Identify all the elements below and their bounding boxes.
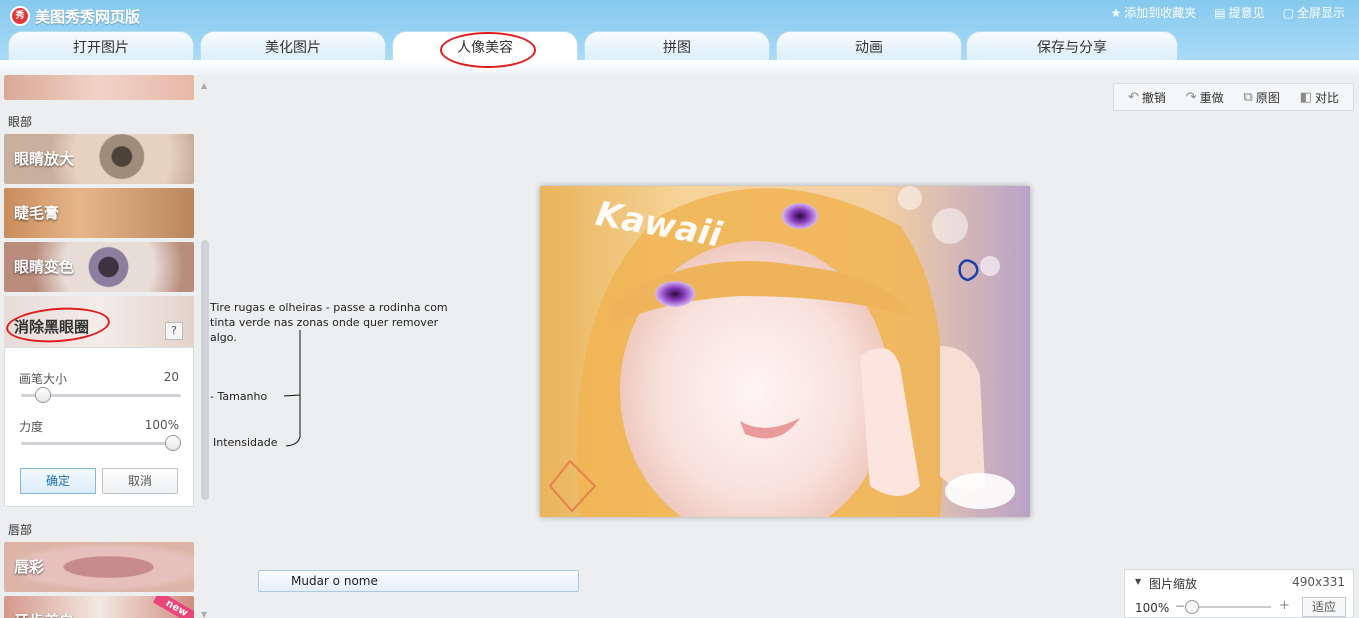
tab-save-share[interactable]: 保存与分享	[966, 31, 1178, 61]
fullscreen-link[interactable]: ▢ 全屏显示	[1283, 4, 1345, 21]
star-icon: ★	[1110, 5, 1122, 20]
mascara-item[interactable]: 睫毛膏	[4, 188, 194, 238]
fullscreen-label: 全屏显示	[1296, 6, 1345, 20]
compare-button[interactable]: ◧ 对比	[1300, 89, 1339, 106]
strength-slider[interactable]	[21, 435, 181, 451]
rename-button[interactable]: Mudar o nome	[258, 570, 579, 592]
app-logo-icon: 秀	[10, 6, 30, 26]
tab-strip	[0, 60, 1359, 75]
add-favorite-label: 添加到收藏夹	[1124, 6, 1197, 20]
undo-icon: ↶	[1127, 89, 1139, 105]
thumb-previous[interactable]	[4, 75, 194, 100]
scroll-down-arrow[interactable]: ▼	[201, 610, 207, 618]
zoom-title: 图片缩放	[1149, 577, 1198, 591]
brush-size-label: 画笔大小	[19, 372, 68, 386]
undo-label: 撤销	[1141, 90, 1166, 105]
left-panel: 眼部 眼睛放大 睫毛膏 眼睛变色 消除黑眼圈 ? 画笔大小 20 力度 100%…	[0, 75, 212, 618]
zoom-slider[interactable]	[1187, 606, 1271, 608]
tab-collage[interactable]: 拼图	[584, 31, 770, 61]
brush-size-handle[interactable]	[35, 387, 52, 403]
eye-section-label: 眼部	[8, 115, 33, 129]
tab-portrait[interactable]: 人像美容	[392, 31, 578, 61]
eye-enlarge-item[interactable]: 眼睛放大	[4, 134, 194, 184]
annotation-intensity-text: Intensidade	[213, 436, 278, 449]
redo-icon: ↷	[1185, 89, 1197, 105]
annotation-main-text: Tire rugas e olheiras - passe a rodinha …	[210, 301, 448, 344]
zoom-out-icon[interactable]: −	[1175, 599, 1185, 613]
comment-icon: ▤	[1214, 5, 1226, 20]
cancel-button[interactable]: 取消	[102, 468, 178, 494]
add-favorite-link[interactable]: ★ 添加到收藏夹	[1111, 4, 1197, 21]
annotation-size-text: - Tamanho	[210, 390, 268, 403]
zoom-in-icon[interactable]: +	[1279, 598, 1290, 613]
brush-size-value: 20	[163, 370, 179, 384]
scroll-up-arrow[interactable]: ▲	[201, 81, 207, 90]
left-panel-scrollbar[interactable]	[201, 240, 209, 500]
lip-color-item[interactable]: 唇彩	[4, 542, 194, 592]
lip-color-label: 唇彩	[14, 558, 45, 576]
zoom-panel: ▼ 图片缩放 490x331 100% − + 适应	[1124, 569, 1354, 618]
strength-handle[interactable]	[165, 435, 181, 451]
teeth-whiten-item[interactable]: 牙齿美白 new	[4, 596, 194, 618]
original-icon: ⧉	[1243, 89, 1253, 105]
eye-enlarge-label: 眼睛放大	[14, 150, 75, 168]
lip-section-label: 唇部	[8, 523, 33, 537]
compare-label: 对比	[1315, 90, 1340, 105]
zoom-handle[interactable]	[1185, 600, 1199, 614]
dark-circle-tool-panel: ? 画笔大小 20 力度 100% 确定 取消	[4, 322, 194, 507]
original-button[interactable]: ⧉ 原图	[1244, 89, 1280, 106]
original-label: 原图	[1255, 90, 1280, 105]
teeth-whiten-label: 牙齿美白	[14, 610, 74, 618]
annotation-bracket	[283, 330, 301, 447]
undo-button[interactable]: ↶ 撤销	[1128, 89, 1166, 106]
tab-animation[interactable]: 动画	[776, 31, 962, 61]
feedback-link[interactable]: ▤ 提意见	[1214, 4, 1264, 21]
collapse-caret-icon[interactable]: ▼	[1135, 577, 1141, 586]
compare-icon: ◧	[1299, 89, 1313, 105]
fullscreen-icon: ▢	[1282, 5, 1294, 20]
zoom-fit-button[interactable]: 适应	[1302, 597, 1346, 617]
new-badge: new	[152, 596, 194, 618]
eye-color-item[interactable]: 眼睛变色	[4, 242, 194, 292]
zoom-value: 100%	[1135, 601, 1170, 615]
edit-canvas-photo[interactable]: Kawaii	[540, 186, 1030, 517]
image-size: 490x331	[1292, 575, 1345, 589]
app-title: 美图秀秀网页版	[35, 8, 141, 26]
dark-circle-label: 消除黑眼圈	[14, 318, 90, 336]
feedback-label: 提意见	[1228, 6, 1265, 20]
edit-toolbar: ↶ 撤销 ↷ 重做 ⧉ 原图 ◧ 对比	[1113, 83, 1354, 111]
eye-color-label: 眼睛变色	[14, 258, 75, 276]
tab-open-image[interactable]: 打开图片	[8, 31, 194, 61]
top-links: ★ 添加到收藏夹 ▤ 提意见 ▢ 全屏显示	[1111, 4, 1346, 21]
mascara-label: 睫毛膏	[14, 204, 60, 222]
confirm-button[interactable]: 确定	[20, 468, 96, 494]
tab-beautify[interactable]: 美化图片	[200, 31, 386, 61]
redo-label: 重做	[1199, 90, 1224, 105]
help-button[interactable]: ?	[165, 322, 183, 340]
brush-size-slider[interactable]	[21, 387, 181, 403]
redo-button[interactable]: ↷ 重做	[1186, 89, 1224, 106]
app-header: 秀 美图秀秀网页版 ★ 添加到收藏夹 ▤ 提意见 ▢ 全屏显示 打开图片 美化图…	[0, 0, 1359, 75]
strength-value: 100%	[144, 418, 179, 432]
strength-label: 力度	[19, 420, 44, 434]
